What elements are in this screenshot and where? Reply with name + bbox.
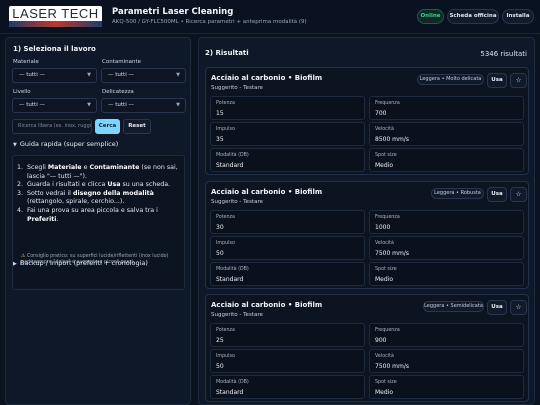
delicacy-badge: Leggera • Molto delicata <box>417 74 484 85</box>
contaminante-select[interactable]: — tutti — ▼ <box>101 68 186 83</box>
star-icon[interactable]: ☆ <box>510 300 527 315</box>
star-icon[interactable]: ☆ <box>510 187 527 202</box>
guide-box: Scegli Materiale e Contaminante (se non … <box>12 155 185 290</box>
app-header: LASER TECH Parametri Laser Cleaning AKQ-… <box>0 0 540 34</box>
chevron-down-icon: ▼ <box>176 72 180 78</box>
guide-step: Sotto vedrai il disegno della modalità (… <box>25 190 180 207</box>
contaminante-value: — tutti — <box>108 72 134 78</box>
materiale-select[interactable]: — tutti — ▼ <box>12 68 97 83</box>
guide-step: Guarda i risultati e clicca Usa su una s… <box>25 181 180 190</box>
app-subtitle: AKQ-500 / GY-FLC500ML • Ricerca parametr… <box>112 19 307 25</box>
velocita-cell: Velocità 7500 mm/s <box>369 236 524 260</box>
materiale-value: — tutti — <box>19 72 45 78</box>
result-card-subtitle: Suggerito - Testare <box>211 199 263 205</box>
cerca-button[interactable]: Cerca <box>95 119 120 134</box>
potenza-cell: Potenza 25 <box>210 323 365 347</box>
use-button[interactable]: Usa <box>487 187 507 202</box>
livello-select[interactable]: — tutti — ▼ <box>12 98 97 113</box>
results-title: 2) Risultati <box>205 49 249 57</box>
result-card-title: Acciaio al carbonio • Biofilm <box>211 74 323 82</box>
triangle-disclosure-icon: ▶ <box>13 261 17 267</box>
modalita-cell: Modalità (DB) Standard <box>210 262 365 286</box>
use-button[interactable]: Usa <box>487 300 507 315</box>
laser-tech-logo: LASER TECH <box>9 6 102 27</box>
filter-panel-title: 1) Seleziona il lavoro <box>13 45 96 53</box>
chevron-down-icon: ▼ <box>87 72 91 78</box>
impulso-cell: Impulso 50 <box>210 236 365 260</box>
chevron-down-icon: ▼ <box>176 102 180 108</box>
installa-button[interactable]: Installa <box>502 9 534 24</box>
backup-title: Backup / Import (preferiti + cronologia) <box>19 259 148 267</box>
chevron-down-icon: ▼ <box>87 102 91 108</box>
impulso-cell: Impulso 35 <box>210 122 365 146</box>
potenza-cell: Potenza 15 <box>210 96 365 120</box>
delicacy-badge: Leggera • Semidelicata <box>423 301 484 312</box>
result-card: Acciaio al carbonio • Biofilm Suggerito … <box>205 181 529 289</box>
frequenza-cell: Frequenza 700 <box>369 96 524 120</box>
scheda-officina-button[interactable]: Scheda officina <box>447 9 499 24</box>
guide-steps: Scegli Materiale e Contaminante (se non … <box>25 164 180 224</box>
livello-label: Livello <box>13 89 31 95</box>
guide-toggle[interactable]: ▼ Guida rapida (super semplice) <box>13 140 118 148</box>
delicatezza-value: — tutti — <box>108 102 134 108</box>
online-status-button[interactable]: Online <box>417 9 444 24</box>
frequenza-cell: Frequenza 900 <box>369 323 524 347</box>
results-count: 5346 risultati <box>480 50 527 58</box>
use-button[interactable]: Usa <box>487 73 507 88</box>
logo-strip <box>9 21 102 27</box>
delicatezza-label: Delicatezza <box>102 89 134 95</box>
result-card-title: Acciaio al carbonio • Biofilm <box>211 301 323 309</box>
result-card: Acciaio al carbonio • Biofilm Suggerito … <box>205 294 529 402</box>
frequenza-cell: Frequenza 1000 <box>369 210 524 234</box>
contaminante-label: Contaminante <box>102 59 141 65</box>
result-card-subtitle: Suggerito - Testare <box>211 312 263 318</box>
velocita-cell: Velocità 8500 mm/s <box>369 122 524 146</box>
spot-size-cell: Spot size Medio <box>369 375 524 399</box>
guide-title: Guida rapida (super semplice) <box>19 140 119 148</box>
delicacy-badge: Leggera • Robusta <box>431 188 484 199</box>
search-input[interactable]: Ricerca libera (es. inox, ruggine) <box>12 119 92 134</box>
materiale-label: Materiale <box>13 59 39 65</box>
result-card: Acciaio al carbonio • Biofilm Suggerito … <box>205 67 529 175</box>
app-title: Parametri Laser Cleaning <box>112 7 234 17</box>
spot-size-cell: Spot size Medio <box>369 148 524 172</box>
livello-value: — tutti — <box>19 102 45 108</box>
star-icon[interactable]: ☆ <box>510 73 527 88</box>
result-card-subtitle: Suggerito - Testare <box>211 85 263 91</box>
delicatezza-select[interactable]: — tutti — ▼ <box>101 98 186 113</box>
modalita-cell: Modalità (DB) Standard <box>210 375 365 399</box>
backup-toggle[interactable]: ▶ Backup / Import (preferiti + cronologia… <box>13 259 148 267</box>
result-card-title: Acciaio al carbonio • Biofilm <box>211 188 323 196</box>
logo-text: LASER TECH <box>12 6 99 21</box>
velocita-cell: Velocità 7500 mm/s <box>369 349 524 373</box>
potenza-cell: Potenza 30 <box>210 210 365 234</box>
results-panel: 2) Risultati 5346 risultati Acciaio al c… <box>198 37 535 405</box>
spot-size-cell: Spot size Medio <box>369 262 524 286</box>
impulso-cell: Impulso 50 <box>210 349 365 373</box>
guide-step: Fai una prova su area piccola e salva tr… <box>25 207 180 224</box>
filter-panel: 1) Seleziona il lavoro Materiale — tutti… <box>5 37 191 405</box>
modalita-cell: Modalità (DB) Standard <box>210 148 365 172</box>
reset-button[interactable]: Reset <box>123 119 151 134</box>
triangle-disclosure-icon: ▼ <box>13 142 17 148</box>
guide-step: Scegli Materiale e Contaminante (se non … <box>25 164 180 181</box>
